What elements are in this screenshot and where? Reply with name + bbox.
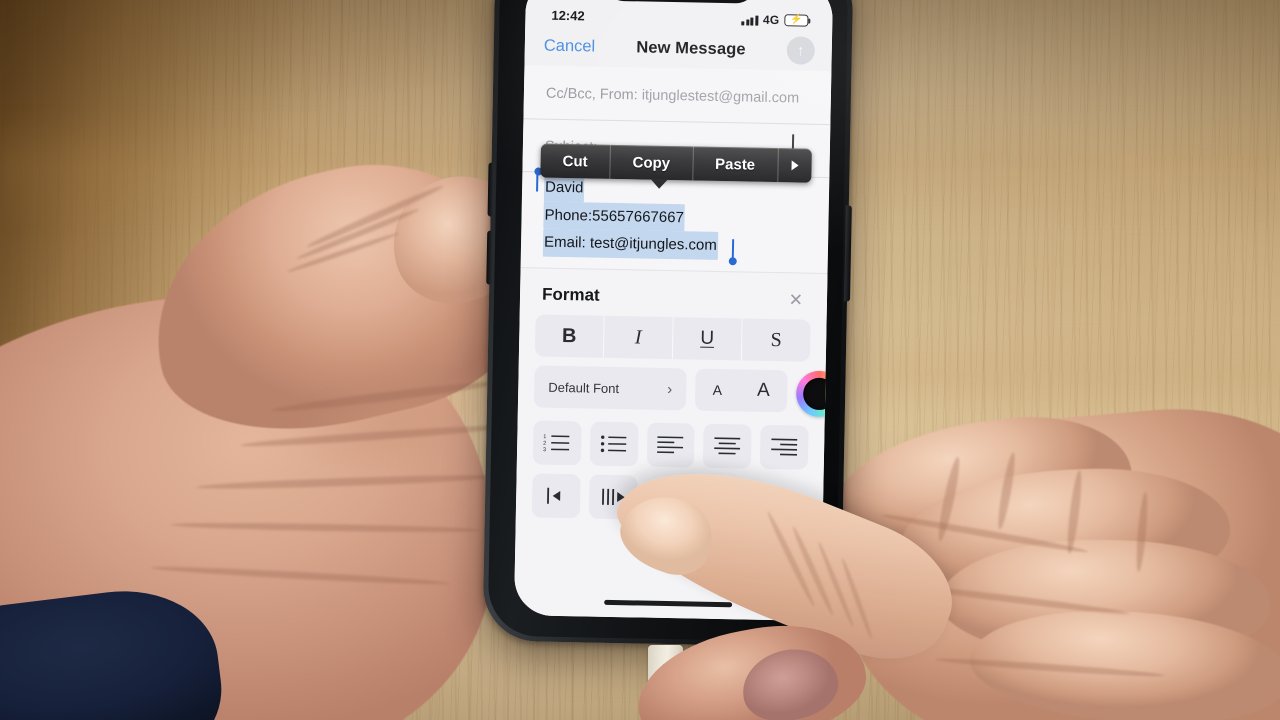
underline-button[interactable]: U [672,317,743,361]
more-options-button[interactable] [778,148,812,183]
battery-icon: ⚡ [784,14,809,27]
status-bar-indicators: 4G ⚡ [741,12,809,28]
font-size-control[interactable]: A A [694,368,788,413]
screenshot-scene: 12:42 4G ⚡ Cancel New Message ↑ Cc/Bcc, … [0,0,1280,720]
edit-menu[interactable]: Cut Copy Paste [540,143,812,183]
volume-up-button[interactable] [487,162,495,217]
text-style-segmented-control: B I U S [534,314,811,362]
copy-button[interactable]: Copy [610,144,694,181]
cancel-button[interactable]: Cancel [544,36,596,56]
font-name-label: Default Font [548,379,620,396]
paste-button[interactable]: Paste [692,146,779,183]
network-type-label: 4G [762,12,780,28]
svg-text:2: 2 [543,441,546,447]
edit-menu-pointer [650,178,669,189]
send-button[interactable]: ↑ [786,36,816,65]
format-panel-title: Format [541,284,600,305]
svg-text:1: 1 [543,434,546,440]
numbered-list-icon: 1 2 3 [543,434,570,453]
battery-charging-icon: ⚡ [790,14,803,26]
align-right-button[interactable] [759,424,809,470]
text-style-row: B I U S [519,314,827,371]
compose-navigation-bar: Cancel New Message ↑ [524,25,833,72]
volume-down-button[interactable] [486,230,494,285]
bold-button[interactable]: B [534,314,605,358]
decrease-indent-button[interactable] [531,473,581,519]
increase-font-size-button[interactable]: A [757,380,770,402]
selection-end-handle[interactable] [728,257,737,266]
svg-text:3: 3 [543,447,546,453]
from-address-value: itjunglestest@gmail.com [641,86,800,106]
format-panel-header: Format ✕ [520,268,828,320]
strikethrough-button[interactable]: S [742,318,811,361]
message-body[interactable]: David Phone:55657667667 Email: test@itju… [521,167,830,266]
status-bar-time: 12:42 [551,7,585,24]
send-arrow-icon: ↑ [796,41,805,60]
font-row: Default Font › A A [518,365,834,426]
cut-button[interactable]: Cut [540,143,611,179]
cellular-signal-icon [741,14,759,26]
align-center-icon [714,437,741,455]
selection-start-bar[interactable] [536,171,539,192]
numbered-list-button[interactable]: 1 2 3 [532,420,582,466]
close-icon[interactable]: ✕ [789,290,804,309]
body-line: Email: test@itjungles.com [542,228,806,262]
italic-button[interactable]: I [603,315,674,360]
cc-bcc-label: Cc/Bcc, From: [545,85,638,103]
bulleted-list-icon [600,435,627,453]
chevron-right-icon [791,160,799,171]
align-right-icon [771,438,798,456]
align-center-button[interactable] [703,423,752,469]
page-title: New Message [636,37,746,58]
font-picker-button[interactable]: Default Font › [533,365,687,411]
decrease-indent-icon [546,487,561,504]
chevron-right-icon: › [667,380,673,398]
decrease-font-size-button[interactable]: A [713,382,723,398]
cc-bcc-from-field[interactable]: Cc/Bcc, From: itjunglestest@gmail.com [523,67,832,126]
